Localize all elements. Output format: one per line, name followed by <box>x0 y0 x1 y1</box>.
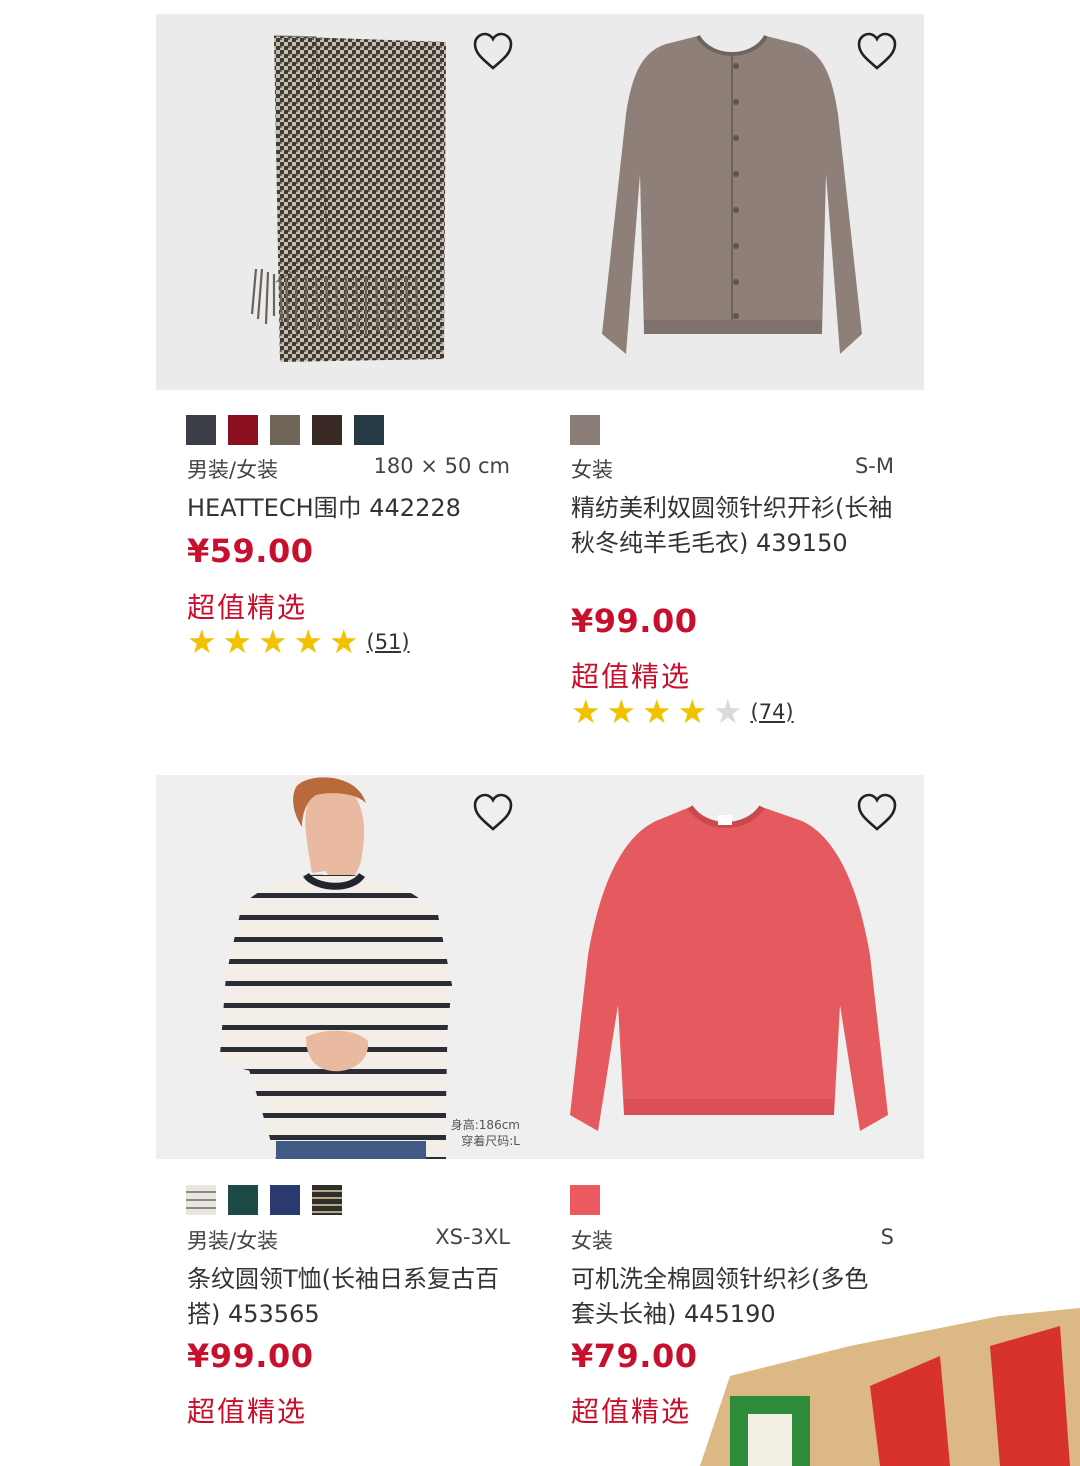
review-count-link[interactable]: (51) <box>367 630 410 654</box>
star-icon: ★ <box>187 622 217 661</box>
star-icon: ★ <box>606 692 637 731</box>
review-count-link[interactable]: (74) <box>751 700 794 724</box>
size-range: 180 × 50 cm <box>373 454 510 478</box>
size-range: S <box>880 1225 894 1249</box>
promo-tag: 超值精选 <box>571 660 692 693</box>
gender-label: 男装/女装 <box>187 458 279 482</box>
size-range: XS-3XL <box>435 1225 510 1249</box>
color-swatches <box>570 415 600 445</box>
star-rating: ★ ★ ★ ★ ★ (74) <box>571 695 794 728</box>
favorite-heart-icon[interactable] <box>856 32 898 72</box>
color-swatches <box>570 1185 600 1215</box>
star-icon: ★ <box>222 622 253 661</box>
model-info: 身高:186cm 穿着尺码:L <box>451 1117 520 1149</box>
color-swatch[interactable] <box>270 415 300 445</box>
model-size: 穿着尺码:L <box>461 1134 520 1148</box>
product-card-scarf[interactable]: 男装/女装 180 × 50 cm HEATTECH围巾 442228 ¥59.… <box>156 14 540 658</box>
favorite-heart-icon[interactable] <box>472 32 514 72</box>
color-swatch[interactable] <box>570 1185 600 1215</box>
star-rating: ★ ★ ★ ★ ★ (51) <box>187 625 410 658</box>
gender-label: 女装 <box>571 1229 613 1253</box>
product-card-striped-tee[interactable]: 身高:186cm 穿着尺码:L 男装/女装 XS-3XL 条纹圆领T恤(长袖日系… <box>156 775 540 1428</box>
product-meta: 男装/女装 180 × 50 cm <box>187 454 510 484</box>
color-swatch[interactable] <box>228 1185 258 1215</box>
product-meta: 男装/女装 XS-3XL <box>187 1225 510 1255</box>
product-price: ¥99.00 <box>571 602 698 640</box>
decorative-sticker <box>700 1308 1080 1466</box>
product-card-red-sweater[interactable]: 女装 S 可机洗全棉圆领针织衫(多色 套头长袖) 445190 ¥79.00 超… <box>540 775 924 1428</box>
model-height: 身高:186cm <box>450 1118 520 1132</box>
product-name[interactable]: 条纹圆领T恤(长袖日系复古百搭) 453565 <box>187 1262 509 1332</box>
product-name[interactable]: HEATTECH围巾 442228 <box>187 491 509 526</box>
star-icon: ★ <box>677 692 708 731</box>
color-swatches <box>186 415 384 445</box>
star-icon: ★ <box>642 692 672 731</box>
star-icon: ★ <box>258 622 288 661</box>
color-swatch[interactable] <box>312 1185 342 1215</box>
color-swatch[interactable] <box>186 1185 216 1215</box>
gender-label: 女装 <box>571 458 613 482</box>
product-meta: 女装 S-M <box>571 454 894 484</box>
product-card-cardigan[interactable]: 女装 S-M 精纺美利奴圆领针织开衫(长袖秋冬纯羊毛毛衣) 439150 ¥99… <box>540 14 924 728</box>
product-meta: 女装 S <box>571 1225 894 1255</box>
favorite-heart-icon[interactable] <box>856 793 898 833</box>
star-icon: ★ <box>293 622 324 661</box>
product-image[interactable] <box>540 14 924 390</box>
product-image[interactable] <box>540 775 924 1159</box>
star-icon: ★ <box>571 692 601 731</box>
product-image[interactable] <box>156 14 540 390</box>
color-swatch[interactable] <box>354 415 384 445</box>
promo-tag: 超值精选 <box>187 1395 308 1428</box>
favorite-heart-icon[interactable] <box>472 793 514 833</box>
star-empty-icon: ★ <box>713 692 743 731</box>
promo-tag: 超值精选 <box>571 1395 692 1428</box>
color-swatch[interactable] <box>570 415 600 445</box>
size-range: S-M <box>854 454 894 478</box>
product-name[interactable]: 精纺美利奴圆领针织开衫(长袖秋冬纯羊毛毛衣) 439150 <box>571 491 893 561</box>
color-swatch[interactable] <box>270 1185 300 1215</box>
product-price: ¥59.00 <box>187 532 314 570</box>
color-swatch[interactable] <box>312 415 342 445</box>
gender-label: 男装/女装 <box>187 1229 279 1253</box>
color-swatches <box>186 1185 342 1215</box>
color-swatch[interactable] <box>186 415 216 445</box>
star-icon: ★ <box>329 622 359 661</box>
product-image[interactable]: 身高:186cm 穿着尺码:L <box>156 775 540 1159</box>
promo-tag: 超值精选 <box>187 591 308 624</box>
product-price: ¥79.00 <box>571 1337 698 1375</box>
product-price: ¥99.00 <box>187 1337 314 1375</box>
color-swatch[interactable] <box>228 415 258 445</box>
